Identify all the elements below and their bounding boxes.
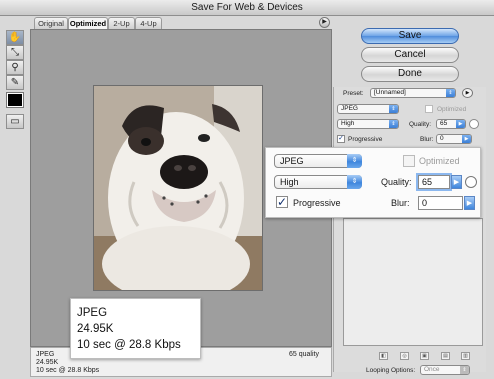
- tab-2-up[interactable]: 2-Up: [108, 17, 135, 29]
- trash-icon[interactable]: ▥: [461, 352, 470, 360]
- callout-optimized-label: Optimized: [419, 156, 460, 166]
- eyedropper-tool-icon: ✎: [10, 77, 20, 88]
- color-table[interactable]: [343, 218, 483, 346]
- callout-progressive-checkbox[interactable]: ✓: [276, 196, 288, 208]
- chevron-down-icon: ⇕: [347, 175, 362, 189]
- callout-time: 10 sec @ 28.8 Kbps: [77, 339, 181, 351]
- hand-tool-icon: ✋: [8, 32, 22, 43]
- settings-zoom-callout: JPEG ⇕ Optimized High ⇕ Quality: 65 ▶ ✓ …: [265, 147, 481, 218]
- triangle-right-icon: ▶: [322, 19, 327, 25]
- chevron-down-icon: ⇕: [389, 120, 398, 128]
- callout-blur-label: Blur:: [391, 198, 410, 208]
- status-zoom-callout: JPEG 24.95K 10 sec @ 28.8 Kbps: [70, 298, 201, 359]
- chevron-down-icon: ⇕: [446, 89, 455, 97]
- optimize-menu-button[interactable]: ▶: [462, 88, 473, 98]
- triangle-right-icon: ▶: [456, 120, 465, 128]
- quality-field[interactable]: 65 ▶: [436, 119, 466, 129]
- triangle-right-icon: ▶: [462, 135, 471, 143]
- blur-value: 0: [440, 135, 444, 142]
- callout-quality-slider-button[interactable]: ▶: [451, 175, 462, 189]
- progressive-label: Progressive: [348, 136, 383, 143]
- dog-photo: [94, 86, 262, 290]
- eyedropper-tool-button[interactable]: ✎: [6, 75, 24, 90]
- callout-size: 24.95K: [77, 323, 114, 335]
- toggle-slices-icon: ▭: [10, 116, 20, 127]
- chevron-down-icon: ⇕: [460, 366, 469, 374]
- status-format: JPEG: [36, 351, 55, 358]
- new-color-icon[interactable]: ▤: [441, 352, 450, 360]
- status-size: 24.95K: [36, 359, 59, 366]
- callout-compression-select[interactable]: High ⇕: [274, 175, 362, 189]
- format-select[interactable]: JPEG ⇕: [337, 104, 399, 114]
- web-shift-icon[interactable]: ◎: [400, 352, 409, 360]
- looping-options-select[interactable]: Once ⇕: [420, 365, 470, 375]
- blur-label: Blur:: [420, 136, 434, 143]
- progressive-checkbox[interactable]: ✓: [337, 135, 345, 143]
- callout-optimized-checkbox[interactable]: [403, 155, 415, 167]
- eyedropper-color-swatch[interactable]: [6, 92, 24, 108]
- compression-select[interactable]: High ⇕: [337, 119, 399, 129]
- callout-quality-label: Quality:: [381, 177, 412, 187]
- triangle-right-icon: ▶: [466, 200, 473, 207]
- hand-tool-button[interactable]: ✋: [6, 30, 24, 45]
- callout-quality-mask-button[interactable]: [465, 176, 477, 188]
- zoom-tool-icon: ⚲: [11, 62, 19, 73]
- tab-4-up[interactable]: 4-Up: [135, 17, 162, 29]
- callout-compression-value: High: [280, 177, 299, 187]
- blur-field[interactable]: 0 ▶: [436, 134, 472, 144]
- callout-format-select[interactable]: JPEG ⇕: [274, 154, 362, 168]
- lock-color-icon[interactable]: ▣: [420, 352, 429, 360]
- tab-original[interactable]: Original: [34, 17, 68, 29]
- zoom-tool-button[interactable]: ⚲: [6, 60, 24, 75]
- callout-progressive-label: Progressive: [293, 198, 341, 208]
- title-bar[interactable]: Save For Web & Devices: [0, 0, 494, 16]
- optimized-checkbox[interactable]: [425, 105, 433, 113]
- slice-select-tool-button[interactable]: ⤡: [6, 45, 24, 60]
- preview-menu-button[interactable]: ▶: [319, 17, 330, 28]
- map-color-icon[interactable]: ◧: [379, 352, 388, 360]
- preset-value: [Unnamed]: [374, 89, 406, 96]
- triangle-right-icon: ▶: [453, 179, 460, 186]
- callout-format: JPEG: [77, 307, 108, 319]
- callout-format-value: JPEG: [280, 156, 304, 166]
- quality-value: 65: [440, 120, 448, 127]
- callout-blur-slider-button[interactable]: ▶: [464, 196, 475, 210]
- looping-options-label: Looping Options:: [366, 367, 416, 374]
- callout-blur-field[interactable]: 0: [418, 196, 463, 210]
- format-value: JPEG: [341, 105, 358, 112]
- optimized-label: Optimized: [437, 106, 467, 113]
- window-title: Save For Web & Devices: [191, 2, 303, 13]
- save-button[interactable]: Save: [361, 28, 459, 44]
- callout-quality-field[interactable]: 65: [418, 175, 450, 189]
- compression-value: High: [341, 120, 355, 127]
- chevron-down-icon: ⇕: [347, 154, 362, 168]
- chevron-down-icon: ⇕: [389, 105, 398, 113]
- slice-select-tool-icon: ⤡: [11, 47, 19, 58]
- looping-value: Once: [424, 366, 440, 373]
- quality-mask-button[interactable]: [469, 119, 479, 129]
- status-time: 10 sec @ 28.8 Kbps: [36, 367, 100, 374]
- cancel-button[interactable]: Cancel: [361, 47, 459, 63]
- done-button[interactable]: Done: [361, 66, 459, 82]
- quality-label: Quality:: [409, 121, 432, 128]
- status-quality: 65 quality: [289, 351, 319, 358]
- triangle-right-icon: ▶: [465, 90, 470, 96]
- optimized-preview-image[interactable]: [93, 85, 263, 291]
- preset-label: Preset:: [343, 90, 364, 97]
- toggle-slices-button[interactable]: ▭: [6, 114, 24, 129]
- preset-select[interactable]: [Unnamed] ⇕: [370, 88, 456, 98]
